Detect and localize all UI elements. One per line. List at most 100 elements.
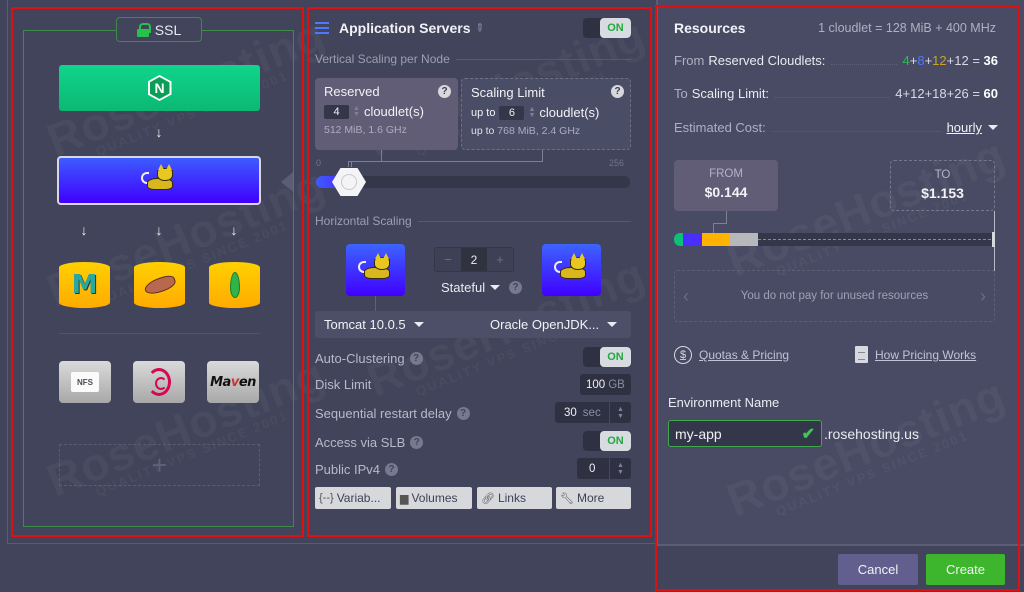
connector-line (348, 161, 543, 162)
help-icon[interactable]: ? (611, 85, 624, 98)
cloudlet-definition: 1 cloudlet = 128 MiB + 400 MHz (818, 21, 996, 35)
scaling-limit-box: Scaling Limit ? up to 6 ▲ ▼ cloudlet(s) u… (461, 78, 631, 150)
connector-line (713, 223, 727, 224)
variables-button[interactable]: {--} Variab... (315, 487, 391, 509)
help-icon[interactable]: ? (456, 407, 470, 420)
node-tomcat-icon (346, 244, 405, 296)
chevron-right-icon[interactable]: › (980, 286, 986, 307)
vertical-scaling-header: Vertical Scaling per Node (315, 52, 631, 66)
leaf-icon (229, 272, 240, 298)
increment-button[interactable]: + (487, 248, 513, 271)
add-node-button[interactable]: + (59, 444, 260, 486)
node-count-value[interactable]: 2 (461, 248, 487, 271)
spinner-arrows-icon[interactable]: ▲ ▼ (353, 105, 360, 118)
disk-limit-label: Disk Limit (315, 377, 372, 392)
spinner-arrows-icon[interactable]: ▲ ▼ (609, 402, 631, 423)
maven-icon: Maven (210, 374, 256, 390)
nfs-folder-icon: NFS (71, 372, 99, 392)
connector-line (375, 296, 376, 311)
stack-version-dropdown[interactable]: Tomcat 10.0.5 (324, 317, 424, 332)
spinner-arrows-icon[interactable]: ▲ ▼ (609, 458, 631, 479)
caret-down-icon (607, 322, 618, 327)
scaling-limit-input[interactable]: 6 (499, 105, 525, 120)
load-balancer-node[interactable]: N (59, 65, 260, 111)
auto-clustering-label: Auto-Clustering ? (315, 351, 423, 366)
folder-icon: ▆ (400, 492, 409, 505)
help-icon[interactable]: ? (438, 85, 451, 98)
cost-segment (702, 233, 730, 246)
reserved-title: Reserved (324, 84, 380, 99)
help-icon[interactable]: ? (409, 352, 423, 365)
layer-menu-icon[interactable] (315, 22, 329, 34)
cost-segment (730, 233, 758, 246)
disk-limit-input[interactable]: 100 GB (580, 374, 631, 395)
scaling-mode-dropdown[interactable]: Stateful ? (441, 280, 523, 295)
scaling-limit-spec: up to 768 MiB, 2.4 GHz (471, 125, 581, 137)
more-button[interactable]: 🔧︎ More (556, 487, 631, 509)
how-pricing-works-link[interactable]: How Pricing Works (855, 346, 976, 363)
up-to-label: up to (471, 106, 496, 119)
connector-line (713, 223, 714, 233)
public-ipv4-input[interactable]: 0 ▲ ▼ (577, 458, 631, 479)
selected-node-pointer (281, 172, 293, 192)
quotas-pricing-link[interactable]: $ Quotas & Pricing (674, 346, 789, 364)
arrow-down-icon: ↓ (80, 222, 88, 238)
tomcat-icon (141, 163, 177, 196)
slider-min-label: 0 (316, 158, 322, 168)
cost-period-dropdown[interactable]: hourly (947, 120, 998, 135)
tomcat-icon (553, 253, 590, 285)
ssl-toggle[interactable]: SSL (116, 17, 202, 42)
chevron-left-icon[interactable]: ‹ (683, 286, 689, 307)
engine-version-dropdown[interactable]: Oracle OpenJDK... (490, 317, 618, 332)
database-node-mongodb[interactable] (209, 262, 260, 308)
volumes-button[interactable]: ▆ Volumes (396, 487, 472, 509)
link-chain-icon: 🔗︎ (481, 492, 495, 505)
cost-range-end-marker (992, 232, 995, 247)
links-button[interactable]: 🔗︎ Links (477, 487, 552, 509)
restart-delay-label: Sequential restart delay ? (315, 406, 470, 421)
arrow-down-icon: ↓ (155, 124, 163, 140)
slb-access-label: Access via SLB ? (315, 435, 424, 450)
layer-enabled-toggle[interactable]: ON (583, 18, 631, 38)
cost-to-box: TO $1.153 (890, 160, 995, 211)
cloudlet-unit: cloudlet(s) (539, 105, 600, 120)
info-message: You do not pay for unused resources (740, 290, 929, 302)
seal-icon (142, 273, 177, 297)
slider-max-label: 256 (609, 158, 625, 168)
storage-node-debian[interactable] (133, 361, 185, 403)
storage-node-maven[interactable]: Maven (207, 361, 259, 403)
help-icon[interactable]: ? (509, 281, 523, 294)
ssl-label: SSL (154, 21, 182, 38)
connector-line (348, 161, 349, 167)
decrement-button[interactable]: − (435, 248, 461, 271)
reserved-cloudlets-input[interactable]: 4 (324, 104, 349, 119)
help-icon[interactable]: ? (385, 463, 399, 476)
arrow-down-icon: ↓ (155, 222, 163, 238)
spinner-arrows-icon[interactable]: ▲ ▼ (528, 106, 535, 119)
divider (59, 333, 260, 334)
environment-name-input[interactable]: my-app ✔ (668, 420, 822, 447)
restart-delay-input[interactable]: 30 sec ▲ ▼ (555, 402, 631, 423)
dollar-icon: $ (674, 346, 692, 364)
tomcat-icon (357, 253, 394, 285)
storage-node-nfs[interactable]: NFS (59, 361, 111, 403)
cancel-button[interactable]: Cancel (838, 554, 918, 585)
database-node-maxscale[interactable]: M (59, 262, 110, 308)
help-icon[interactable]: ? (410, 436, 424, 449)
auto-clustering-toggle[interactable]: ON (583, 347, 631, 367)
public-ipv4-label: Public IPv4 ? (315, 462, 399, 477)
braces-icon: {--} (319, 492, 334, 504)
slb-access-toggle[interactable]: ON (583, 431, 631, 451)
connector-line (542, 150, 543, 161)
environment-name-label: Environment Name (668, 395, 780, 410)
node-tomcat-icon (542, 244, 601, 296)
cost-segment (683, 233, 702, 246)
app-server-node[interactable] (57, 156, 261, 205)
footer-divider (657, 545, 1024, 546)
database-node-mariadb[interactable] (134, 262, 185, 308)
connector-line (381, 150, 382, 161)
horizontal-scaling-header: Horizontal Scaling (315, 214, 631, 228)
debian-icon (147, 368, 171, 396)
layer-title: Application Servers (339, 20, 471, 36)
create-button[interactable]: Create (926, 554, 1005, 585)
